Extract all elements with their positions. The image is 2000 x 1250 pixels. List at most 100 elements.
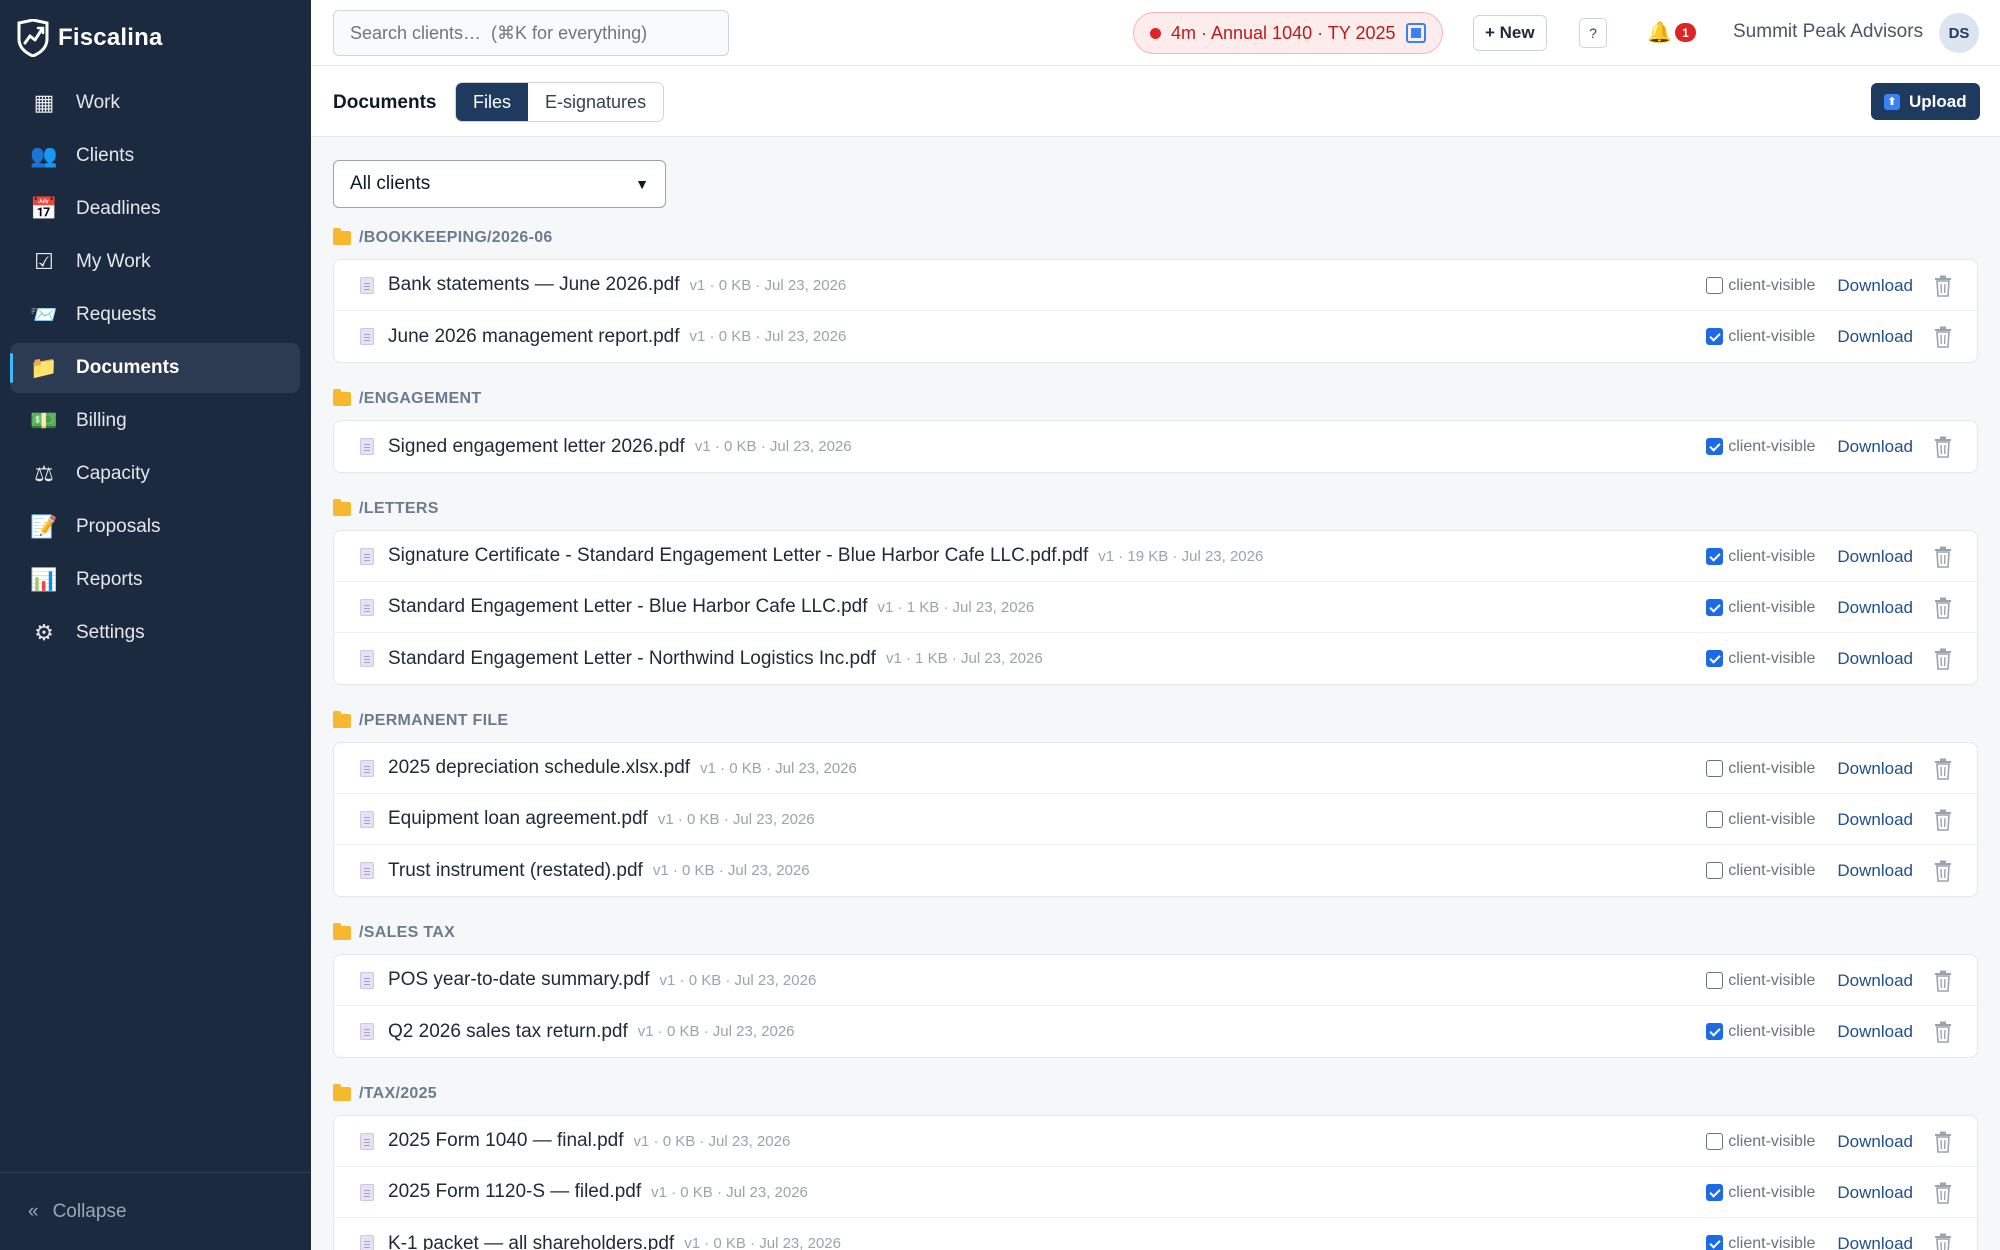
folder-header[interactable]: /BOOKKEEPING/2026-06: [333, 227, 1978, 249]
trash-icon[interactable]: [1933, 758, 1953, 780]
sidebar-item-reports[interactable]: 📊 Reports: [10, 555, 300, 605]
client-visible-toggle[interactable]: client-visible: [1706, 548, 1815, 566]
trash-icon[interactable]: [1933, 1021, 1953, 1043]
trash-icon[interactable]: [1933, 546, 1953, 568]
client-visible-toggle[interactable]: client-visible: [1706, 1235, 1815, 1250]
client-visible-toggle[interactable]: client-visible: [1706, 760, 1815, 778]
trash-icon[interactable]: [1933, 436, 1953, 458]
client-visible-checkbox[interactable]: [1706, 1133, 1724, 1150]
client-visible-toggle[interactable]: client-visible: [1706, 811, 1815, 829]
sidebar-item-my-work[interactable]: ☑ My Work: [10, 237, 300, 287]
client-visible-checkbox[interactable]: [1706, 548, 1724, 565]
sidebar-item-capacity[interactable]: ⚖ Capacity: [10, 449, 300, 499]
client-visible-toggle[interactable]: client-visible: [1706, 599, 1815, 617]
download-link[interactable]: Download: [1837, 437, 1913, 457]
file-name-link[interactable]: Trust instrument (restated).pdf: [388, 860, 643, 882]
new-button[interactable]: + New: [1473, 15, 1547, 51]
file-name-link[interactable]: K-1 packet — all shareholders.pdf: [388, 1233, 674, 1250]
download-link[interactable]: Download: [1837, 971, 1913, 991]
download-link[interactable]: Download: [1837, 598, 1913, 618]
download-link[interactable]: Download: [1837, 327, 1913, 347]
trash-icon[interactable]: [1933, 970, 1953, 992]
file-name-link[interactable]: Signature Certificate - Standard Engagem…: [388, 545, 1088, 567]
client-visible-checkbox[interactable]: [1706, 599, 1724, 616]
download-link[interactable]: Download: [1837, 861, 1913, 881]
download-link[interactable]: Download: [1837, 1022, 1913, 1042]
download-link[interactable]: Download: [1837, 547, 1913, 567]
collapse-button[interactable]: « Collapse: [0, 1172, 311, 1250]
client-visible-toggle[interactable]: client-visible: [1706, 1184, 1815, 1202]
download-link[interactable]: Download: [1837, 276, 1913, 296]
download-link[interactable]: Download: [1837, 1132, 1913, 1152]
tab-files[interactable]: Files: [456, 83, 529, 121]
avatar[interactable]: DS: [1939, 13, 1979, 53]
trash-icon[interactable]: [1933, 1131, 1953, 1153]
client-visible-checkbox[interactable]: [1706, 1235, 1724, 1250]
client-visible-checkbox[interactable]: [1706, 811, 1724, 828]
help-button[interactable]: ?: [1579, 18, 1607, 48]
trash-icon[interactable]: [1933, 1233, 1953, 1250]
sidebar-item-proposals[interactable]: 📝 Proposals: [10, 502, 300, 552]
trash-icon[interactable]: [1933, 1182, 1953, 1204]
folder-header[interactable]: /SALES TAX: [333, 922, 1978, 944]
file-name-link[interactable]: Q2 2026 sales tax return.pdf: [388, 1021, 628, 1043]
trash-icon[interactable]: [1933, 648, 1953, 670]
file-name-link[interactable]: POS year-to-date summary.pdf: [388, 969, 650, 991]
client-visible-checkbox[interactable]: [1706, 1023, 1724, 1040]
client-visible-toggle[interactable]: client-visible: [1706, 972, 1815, 990]
sidebar-item-settings[interactable]: ⚙ Settings: [10, 608, 300, 658]
download-link[interactable]: Download: [1837, 810, 1913, 830]
file-name-link[interactable]: Standard Engagement Letter - Northwind L…: [388, 648, 876, 670]
client-visible-checkbox[interactable]: [1706, 277, 1724, 294]
client-visible-checkbox[interactable]: [1706, 760, 1724, 777]
file-name-link[interactable]: Equipment loan agreement.pdf: [388, 808, 648, 830]
file-name-link[interactable]: June 2026 management report.pdf: [388, 326, 680, 348]
client-visible-toggle[interactable]: client-visible: [1706, 328, 1815, 346]
client-visible-toggle[interactable]: client-visible: [1706, 862, 1815, 880]
trash-icon[interactable]: [1933, 275, 1953, 297]
sidebar-item-requests[interactable]: 📨 Requests: [10, 290, 300, 340]
file-name-link[interactable]: 2025 Form 1040 — final.pdf: [388, 1130, 624, 1152]
download-link[interactable]: Download: [1837, 1183, 1913, 1203]
stop-timer-icon[interactable]: [1405, 23, 1426, 43]
sidebar-item-documents[interactable]: 📁 Documents: [10, 343, 300, 393]
search-input[interactable]: [333, 10, 729, 56]
client-visible-checkbox[interactable]: [1706, 650, 1724, 667]
folder-header[interactable]: /LETTERS: [333, 498, 1978, 520]
file-name-link[interactable]: 2025 Form 1120-S — filed.pdf: [388, 1181, 641, 1203]
file-name-link[interactable]: 2025 depreciation schedule.xlsx.pdf: [388, 757, 690, 779]
client-visible-toggle[interactable]: client-visible: [1706, 438, 1815, 456]
client-visible-checkbox[interactable]: [1706, 972, 1724, 989]
upload-button[interactable]: ⬆ Upload: [1871, 83, 1980, 120]
download-link[interactable]: Download: [1837, 649, 1913, 669]
brand[interactable]: Fiscalina: [16, 19, 163, 57]
folder-header[interactable]: /ENGAGEMENT: [333, 388, 1978, 410]
client-filter-select[interactable]: All clients ▼: [333, 160, 666, 208]
running-timer[interactable]: 4m · Annual 1040 · TY 2025: [1133, 12, 1443, 54]
file-name-link[interactable]: Standard Engagement Letter - Blue Harbor…: [388, 596, 868, 618]
client-visible-toggle[interactable]: client-visible: [1706, 1133, 1815, 1151]
file-name-link[interactable]: Signed engagement letter 2026.pdf: [388, 436, 685, 458]
tab-e-signatures[interactable]: E-signatures: [528, 83, 664, 121]
client-visible-checkbox[interactable]: [1706, 328, 1724, 345]
client-visible-checkbox[interactable]: [1706, 1184, 1724, 1201]
trash-icon[interactable]: [1933, 809, 1953, 831]
client-visible-toggle[interactable]: client-visible: [1706, 650, 1815, 668]
download-link[interactable]: Download: [1837, 1234, 1913, 1250]
bell-icon[interactable]: 🔔: [1647, 20, 1672, 45]
sidebar-item-deadlines[interactable]: 📅 Deadlines: [10, 184, 300, 234]
sidebar-item-work[interactable]: ▦ Work: [10, 78, 300, 128]
client-visible-checkbox[interactable]: [1706, 862, 1724, 879]
client-visible-checkbox[interactable]: [1706, 438, 1724, 455]
folder-header[interactable]: /TAX/2025: [333, 1083, 1978, 1105]
client-visible-toggle[interactable]: client-visible: [1706, 277, 1815, 295]
folder-header[interactable]: /PERMANENT FILE: [333, 710, 1978, 732]
trash-icon[interactable]: [1933, 860, 1953, 882]
client-visible-toggle[interactable]: client-visible: [1706, 1023, 1815, 1041]
trash-icon[interactable]: [1933, 326, 1953, 348]
trash-icon[interactable]: [1933, 597, 1953, 619]
sidebar-item-billing[interactable]: 💵 Billing: [10, 396, 300, 446]
download-link[interactable]: Download: [1837, 759, 1913, 779]
sidebar-item-clients[interactable]: 👥 Clients: [10, 131, 300, 181]
organization-name[interactable]: Summit Peak Advisors: [1733, 21, 1923, 43]
